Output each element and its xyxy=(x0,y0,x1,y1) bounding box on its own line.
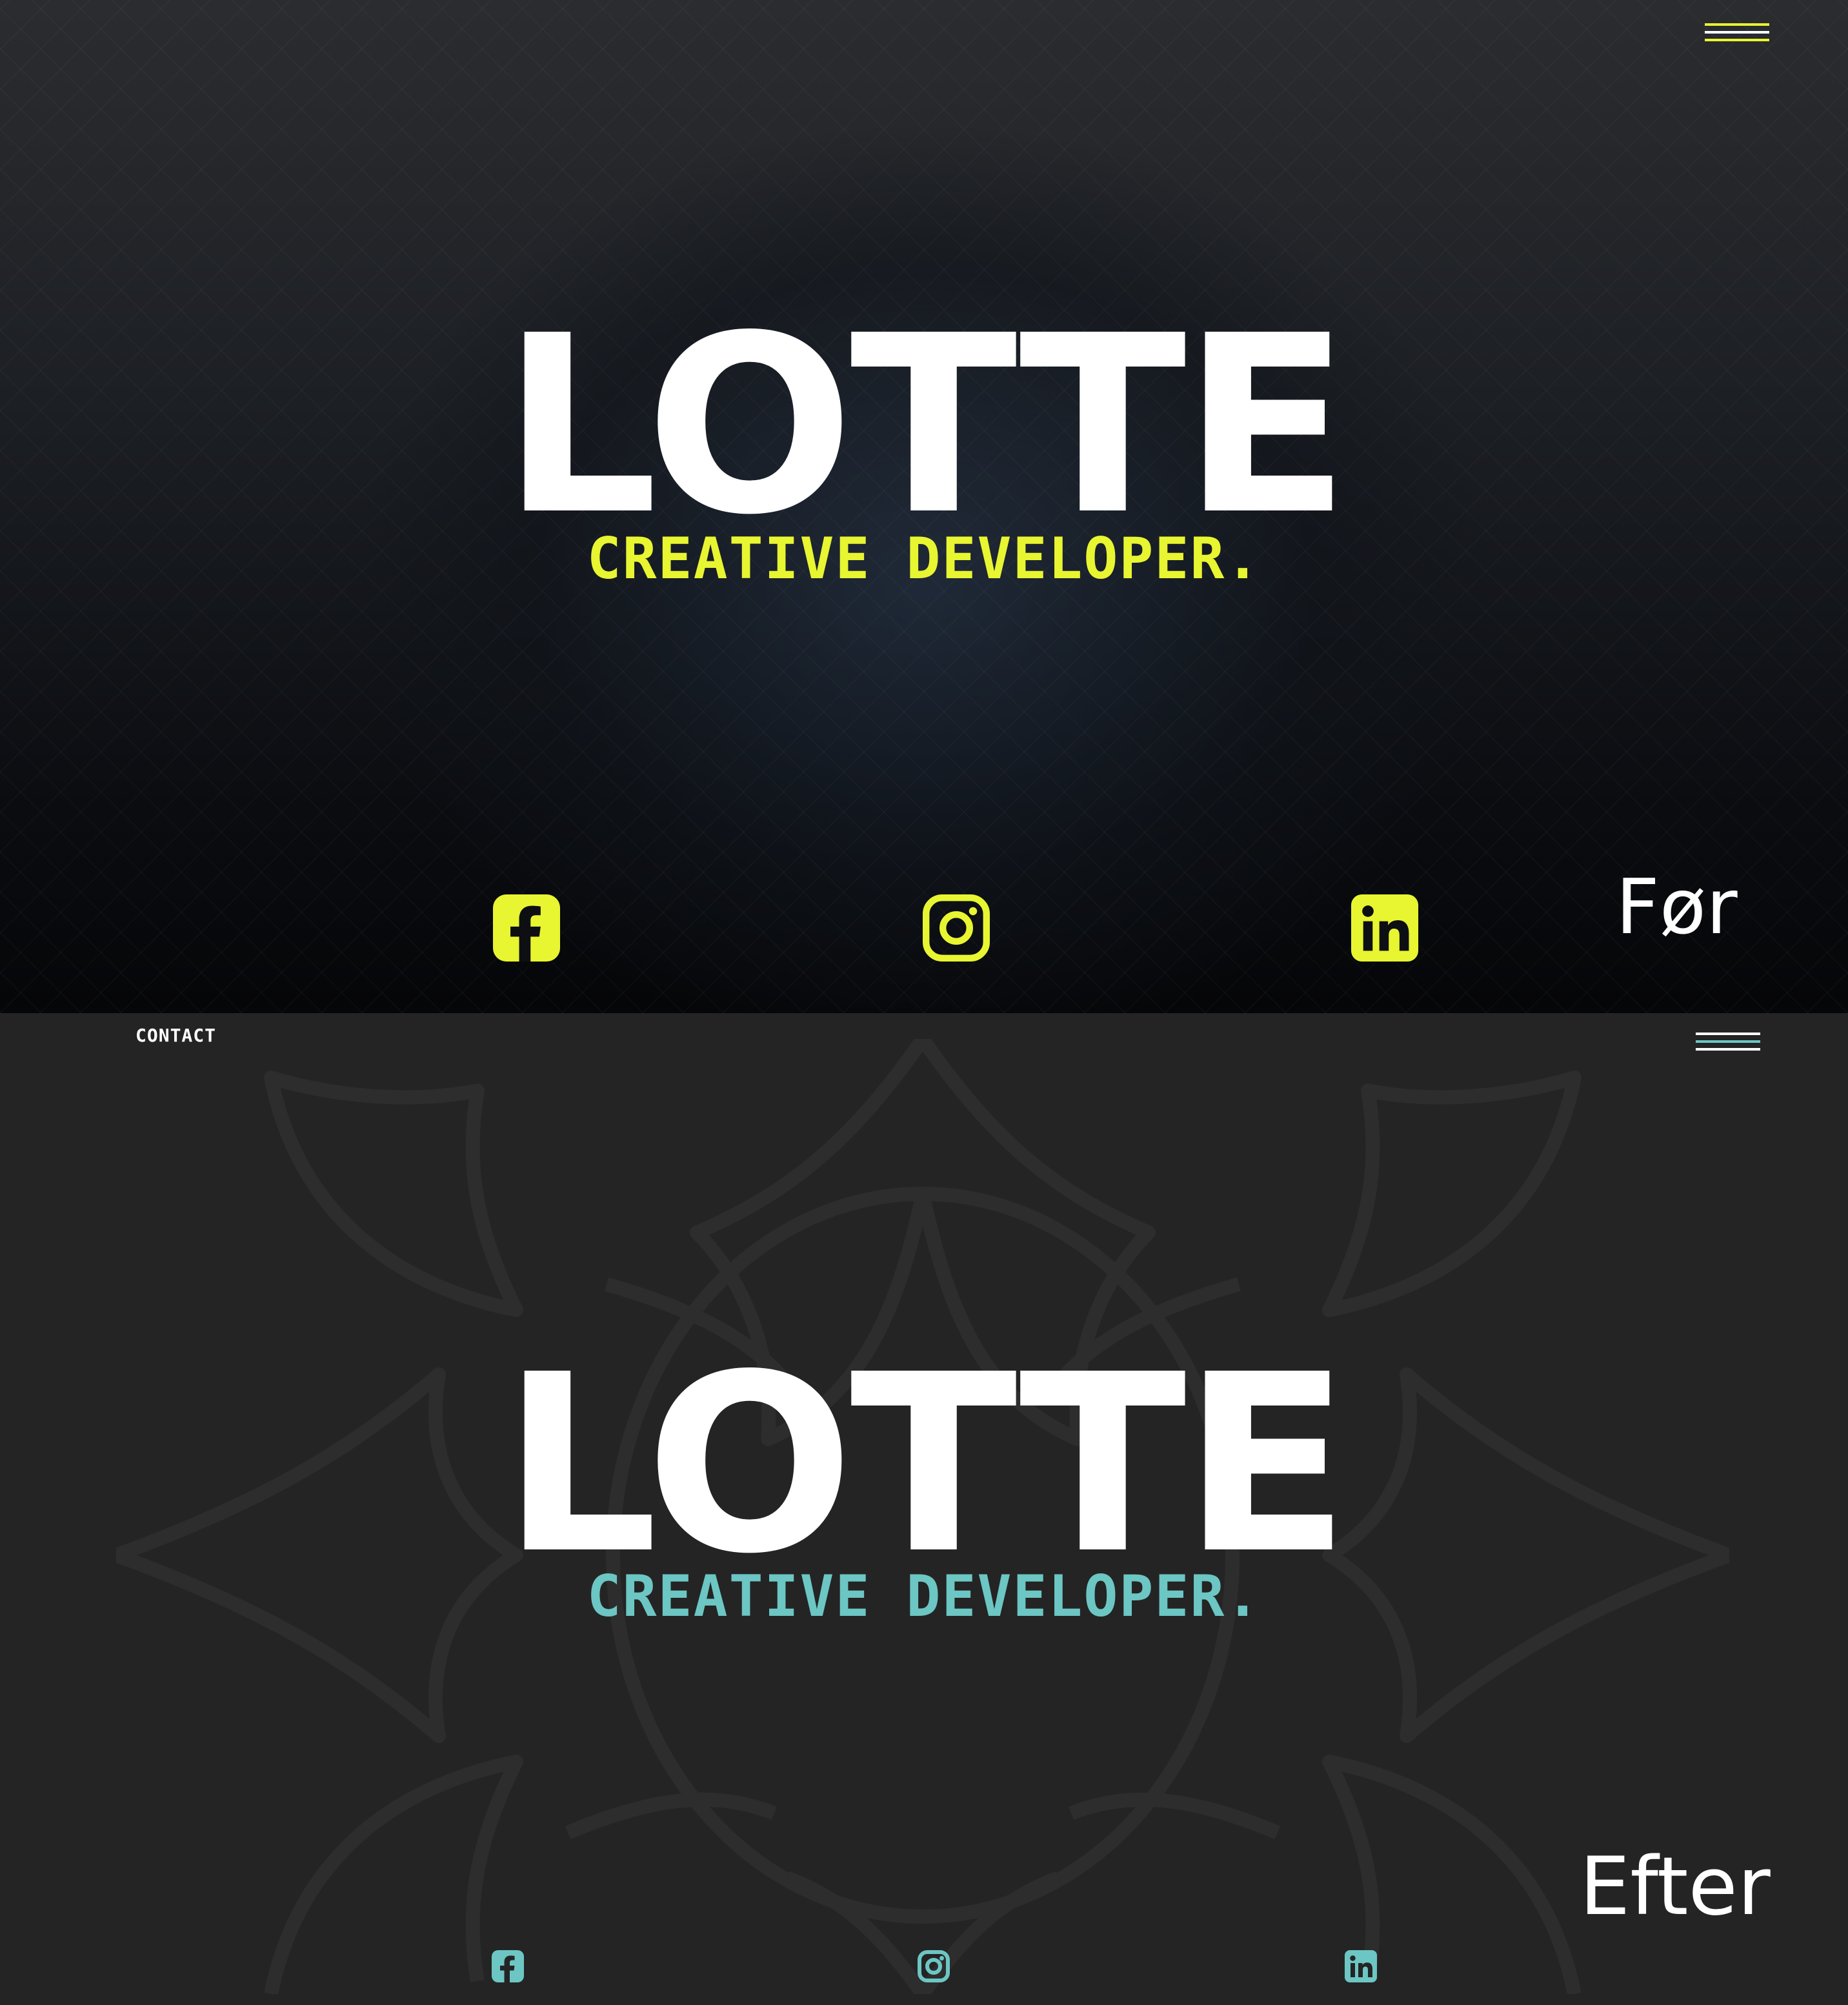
after-panel: CONTACT LOTTE CREATIVE DEVELOPER. Efter xyxy=(0,1013,1848,2005)
facebook-icon xyxy=(492,1950,524,1982)
instagram-link[interactable] xyxy=(923,894,990,962)
hamburger-menu-icon[interactable] xyxy=(1705,23,1769,49)
hero-title: LOTTE xyxy=(501,1322,1350,1607)
before-label: Før xyxy=(1616,862,1738,951)
instagram-icon xyxy=(918,1950,950,1982)
before-panel: LOTTE CREATIVE DEVELOPER. Før xyxy=(0,0,1848,1013)
instagram-link[interactable] xyxy=(918,1950,950,1982)
hero-subtitle: CREATIVE DEVELOPER. xyxy=(587,1563,1261,1629)
hamburger-menu-icon[interactable] xyxy=(1696,1033,1760,1058)
facebook-link[interactable] xyxy=(493,894,560,962)
hero-subtitle: CREATIVE DEVELOPER. xyxy=(587,525,1261,592)
after-label: Efter xyxy=(1580,1840,1771,1933)
hero-title: LOTTE xyxy=(501,283,1350,569)
nav-contact-link[interactable]: CONTACT xyxy=(136,1025,216,1046)
linkedin-icon xyxy=(1351,894,1418,962)
linkedin-icon xyxy=(1345,1950,1377,1982)
linkedin-link[interactable] xyxy=(1351,894,1418,962)
linkedin-link[interactable] xyxy=(1345,1950,1377,1982)
instagram-icon xyxy=(923,894,990,962)
facebook-link[interactable] xyxy=(492,1950,524,1982)
facebook-icon xyxy=(493,894,560,962)
